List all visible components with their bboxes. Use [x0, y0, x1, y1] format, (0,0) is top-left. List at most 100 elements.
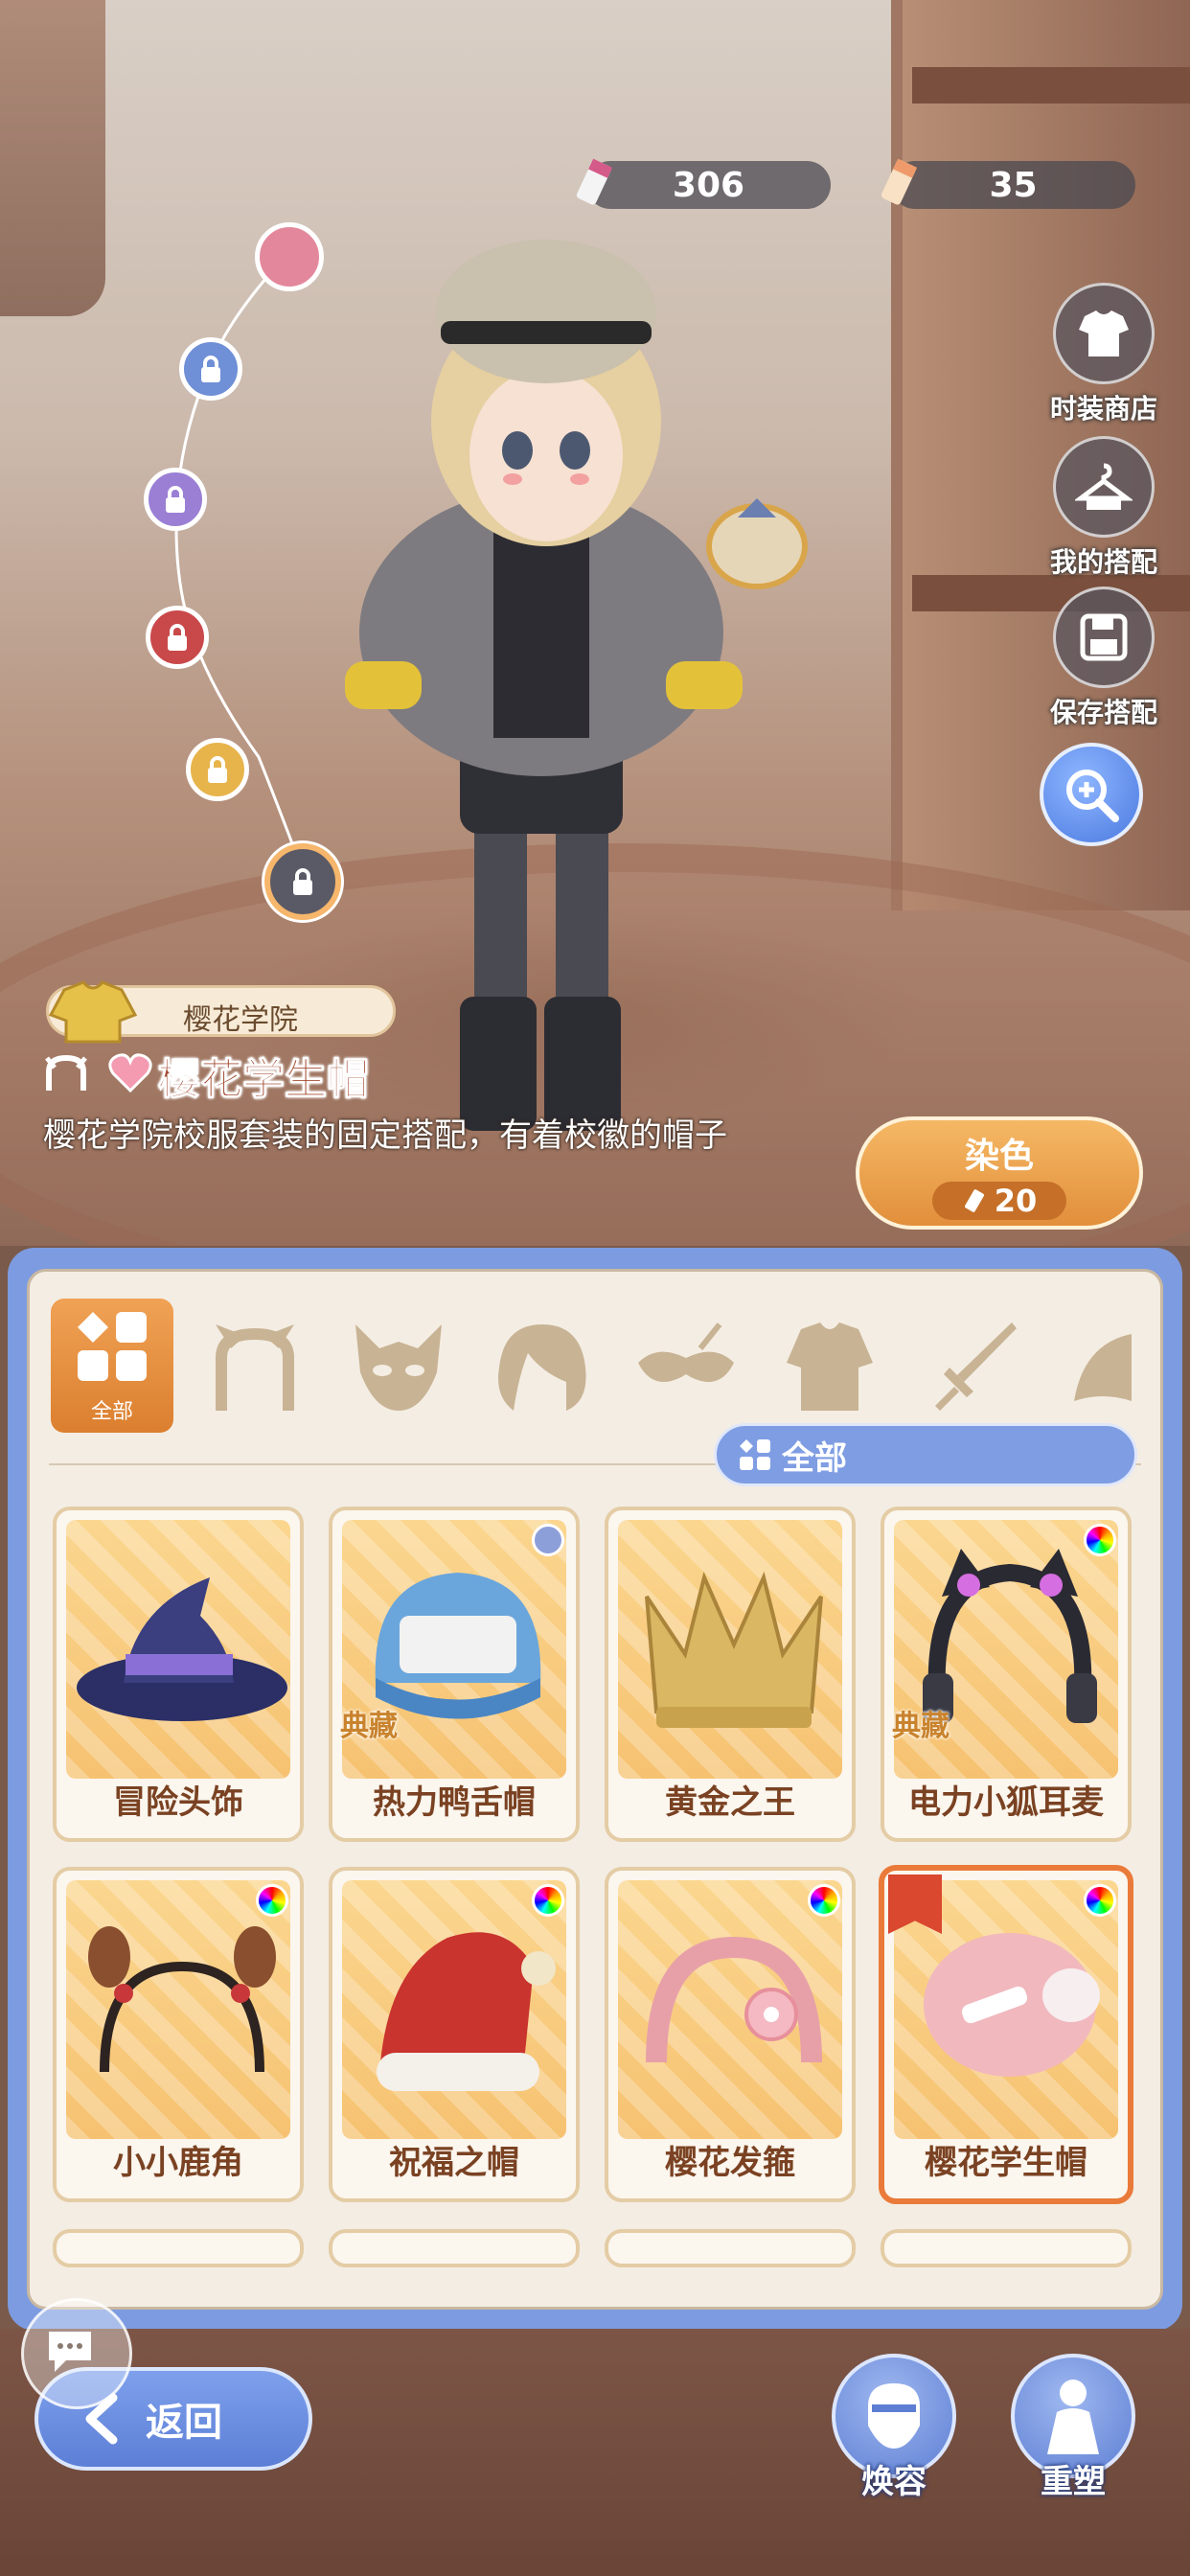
save-outfit-label: 保存搭配 — [1049, 697, 1157, 728]
slot-path-line — [174, 252, 309, 883]
color-variant-dot — [532, 1524, 564, 1556]
paint-tube-icon — [576, 158, 613, 205]
item-name: 电力小狐耳麦 — [908, 1783, 1104, 1822]
zoom-button[interactable] — [1040, 743, 1143, 846]
item-card[interactable]: 祝福之帽 — [329, 1867, 580, 2202]
collection-tag[interactable]: 樱花学院 — [46, 980, 396, 1044]
collection-name: 樱花学院 — [183, 1003, 298, 1037]
headwear-category-icon — [45, 1054, 87, 1091]
item-card[interactable]: 冒险头饰 — [53, 1506, 304, 1842]
item-art — [342, 1880, 566, 2139]
body-silhouette-icon — [1047, 2380, 1099, 2454]
chat-bubble-icon — [49, 2332, 91, 2372]
pet-companion[interactable] — [699, 489, 814, 594]
reshape-label: 重塑 — [1041, 2463, 1106, 2501]
currency-secondary-amount: 35 — [989, 165, 1038, 205]
item-card[interactable] — [329, 2229, 580, 2267]
antler-headband-icon — [88, 1926, 276, 2073]
filter-label: 全部 — [782, 1438, 847, 1478]
dye-label: 染色 — [964, 1137, 1034, 1176]
hanger-icon — [1053, 436, 1155, 538]
dye-cost: 20 — [932, 1182, 1066, 1220]
slot-head[interactable] — [255, 222, 324, 291]
item-name: 冒险头饰 — [113, 1783, 243, 1822]
grid-icon — [78, 1312, 147, 1381]
back-label: 返回 — [146, 2401, 222, 2445]
slot-locked[interactable] — [186, 738, 249, 801]
shelf-plank — [912, 67, 1190, 104]
item-card[interactable]: 黄金之王 — [605, 1506, 856, 1842]
chat-button[interactable] — [21, 2298, 132, 2409]
item-title: 樱花学生帽 — [158, 1055, 370, 1105]
dye-cost-amount: 20 — [994, 1183, 1038, 1219]
grid-icon — [740, 1439, 770, 1470]
item-card[interactable]: 樱花发箍 — [605, 1867, 856, 2202]
currency-primary-amount: 306 — [672, 165, 745, 205]
lock-icon — [168, 624, 187, 651]
item-art — [66, 1880, 290, 2139]
cat-ears-icon[interactable] — [202, 1315, 308, 1420]
eye-mask-icon[interactable] — [633, 1315, 739, 1420]
wing-icon[interactable] — [1064, 1315, 1141, 1420]
item-description: 樱花学院校服套装的固定搭配，有着校徽的帽子 — [43, 1116, 727, 1155]
top-icon[interactable] — [777, 1315, 882, 1420]
dyeable-icon — [532, 1884, 564, 1917]
slot-locked[interactable] — [144, 468, 207, 531]
dyeable-icon — [808, 1884, 840, 1917]
item-art — [618, 1520, 842, 1779]
background-shelf — [0, 0, 105, 316]
lock-icon — [293, 868, 312, 895]
item-card[interactable]: 典藏 电力小狐耳麦 — [881, 1506, 1132, 1842]
paint-tube-icon — [964, 1189, 984, 1212]
item-card[interactable]: 小小鹿角 — [53, 1867, 304, 2202]
mask-icon[interactable] — [346, 1315, 451, 1420]
filter-dropdown[interactable]: 全部 — [714, 1423, 1137, 1486]
save-outfit-button[interactable]: 保存搭配 — [1037, 586, 1171, 730]
lock-icon — [201, 356, 220, 382]
santa-hat-icon — [377, 1932, 556, 2091]
item-card[interactable] — [53, 2229, 304, 2267]
tab-all-label: 全部 — [90, 1400, 133, 1424]
slot-locked[interactable] — [146, 606, 209, 669]
tab-all[interactable]: 全部 — [51, 1299, 173, 1433]
item-name: 热力鸭舌帽 — [373, 1783, 536, 1822]
magnifier-plus-icon — [1066, 770, 1119, 822]
rainbow-tube-icon — [881, 158, 918, 205]
slot-locked[interactable] — [179, 337, 242, 401]
item-art — [618, 1880, 842, 2139]
item-art — [66, 1520, 290, 1779]
jacket-icon — [48, 980, 138, 1044]
collection-badge: 典藏 — [340, 1710, 398, 1743]
item-card-selected[interactable]: 樱花学生帽 — [879, 1865, 1133, 2204]
currency-secondary[interactable]: 35 — [881, 158, 1135, 209]
hanger-shirt-icon — [1053, 283, 1155, 384]
sakura-headband-icon — [646, 1936, 822, 2063]
collection-badge: 典藏 — [892, 1710, 950, 1743]
slot-locked-selected[interactable] — [264, 843, 341, 920]
golden-crown-icon — [645, 1571, 823, 1728]
dyeable-icon — [1084, 1884, 1116, 1917]
sword-icon[interactable] — [921, 1315, 1026, 1420]
item-card[interactable] — [881, 2229, 1132, 2267]
face-icon — [868, 2383, 920, 2449]
fashion-shop-label: 时装商店 — [1049, 393, 1157, 425]
item-name: 黄金之王 — [665, 1783, 795, 1822]
item-name: 樱花发箍 — [665, 2144, 795, 2182]
item-card[interactable]: 典藏 热力鸭舌帽 — [329, 1506, 580, 1842]
hair-icon[interactable] — [490, 1315, 595, 1420]
item-name: 祝福之帽 — [389, 2144, 519, 2182]
dyeable-icon — [256, 1884, 288, 1917]
item-name: 小小鹿角 — [113, 2144, 243, 2182]
my-outfits-button[interactable]: 我的搭配 — [1037, 436, 1171, 580]
my-outfits-label: 我的搭配 — [1049, 546, 1157, 578]
dye-button[interactable]: 染色 20 — [856, 1116, 1143, 1230]
heart-rarity-icon — [108, 1053, 152, 1093]
save-disk-icon — [1053, 586, 1155, 688]
lock-icon — [166, 486, 185, 513]
currency-primary[interactable]: 306 — [576, 158, 831, 209]
dyeable-icon — [1084, 1524, 1116, 1556]
category-tabs: 全部 — [30, 1272, 1160, 1433]
fashion-shop-button[interactable]: 时装商店 — [1037, 283, 1171, 426]
item-card[interactable] — [605, 2229, 856, 2267]
witch-hat-icon — [77, 1577, 287, 1721]
